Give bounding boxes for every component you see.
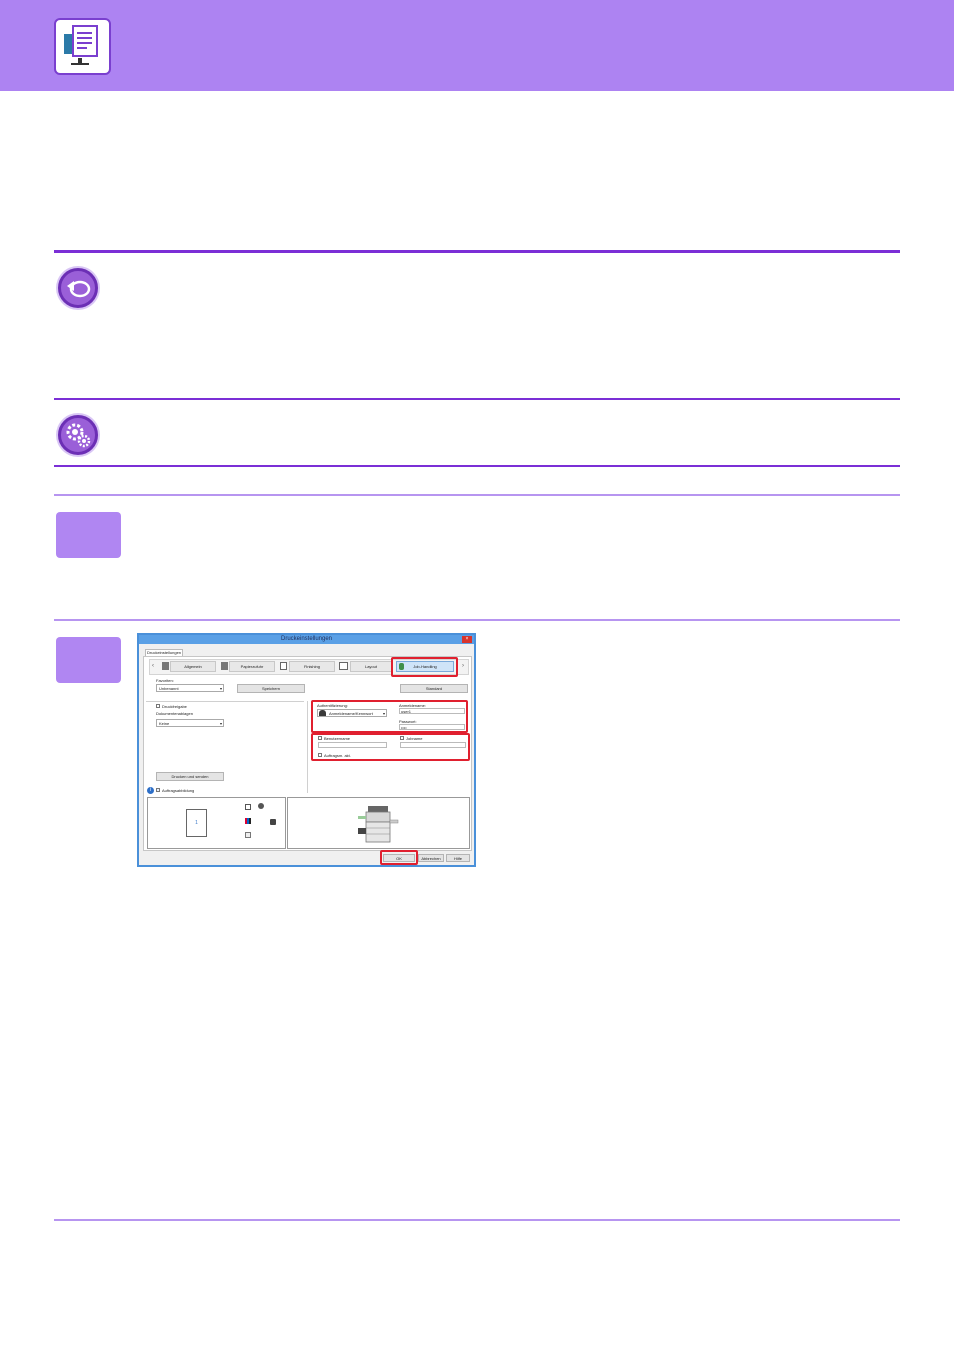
toolbar-next-arrow[interactable]: › bbox=[460, 662, 466, 671]
user-auth-icon bbox=[270, 819, 276, 825]
document-icon bbox=[245, 832, 251, 838]
document-filing-label: Dokumentenablagen bbox=[156, 711, 193, 716]
toolbar-tab-general[interactable]: Allgemein bbox=[170, 661, 216, 672]
save-button[interactable]: Speichern bbox=[237, 684, 305, 693]
document-filing-select[interactable]: Keine bbox=[156, 719, 224, 727]
dialog-titlebar: Druckeinstellungen × bbox=[139, 635, 474, 644]
section-divider bbox=[54, 398, 900, 400]
step-divider bbox=[54, 619, 900, 621]
print-settings-dialog: Druckeinstellungen × Druckeinstellungen … bbox=[137, 633, 476, 867]
step-marker-2 bbox=[56, 637, 121, 683]
toolbar-tab-paper-source[interactable]: Papierzufuhr bbox=[229, 661, 275, 672]
return-arrow-icon bbox=[58, 268, 98, 308]
staple-icon bbox=[258, 803, 264, 809]
help-button[interactable]: Hilfe bbox=[446, 854, 470, 862]
toolbar-prev-arrow[interactable]: ‹ bbox=[150, 662, 156, 671]
page-thumbnail: 1 bbox=[186, 809, 207, 837]
section-divider bbox=[54, 250, 900, 253]
printer-illustration bbox=[358, 806, 399, 843]
step-divider bbox=[54, 494, 900, 496]
settings-gear-icon bbox=[58, 415, 98, 455]
highlight-authentication bbox=[311, 700, 468, 733]
layout-tab-icon bbox=[339, 662, 348, 670]
job-notice-label: Auftragsabbildung bbox=[162, 788, 195, 793]
paper-source-tab-icon bbox=[221, 662, 228, 670]
finishing-tab-icon bbox=[280, 662, 287, 670]
footer-divider bbox=[54, 1219, 900, 1221]
default-button[interactable]: Standard bbox=[400, 684, 468, 693]
step-marker-1 bbox=[56, 512, 121, 558]
highlight-username-jobname bbox=[311, 733, 470, 761]
job-notice-checkbox[interactable] bbox=[156, 788, 160, 792]
tab-print-settings[interactable]: Druckeinstellungen bbox=[145, 649, 183, 656]
favorites-select[interactable]: Unbenannt bbox=[156, 684, 224, 692]
toolbar-tab-layout[interactable]: Layout bbox=[350, 661, 392, 672]
page-preview-panel: 1 bbox=[147, 797, 286, 849]
favorites-label: Favoriten: bbox=[156, 678, 174, 683]
color-mode-icon bbox=[245, 818, 251, 824]
print-and-send-button[interactable]: Drucken und senden bbox=[156, 772, 224, 781]
close-button[interactable]: × bbox=[462, 636, 472, 643]
header-banner bbox=[0, 0, 954, 91]
dialog-title: Druckeinstellungen bbox=[280, 636, 333, 642]
general-tab-icon bbox=[162, 662, 169, 670]
printer-preview-panel bbox=[287, 797, 470, 849]
cancel-button[interactable]: Abbrechen bbox=[418, 854, 444, 862]
printer-document-icon bbox=[54, 18, 111, 75]
highlight-ok-button bbox=[380, 850, 418, 865]
divider-line bbox=[307, 701, 308, 793]
divider-line bbox=[146, 701, 304, 702]
section-divider bbox=[54, 465, 900, 467]
toolbar-tab-finishing[interactable]: Finishing bbox=[289, 661, 335, 672]
info-icon: i bbox=[147, 787, 154, 794]
copies-icon bbox=[245, 804, 251, 810]
print-release-label: Druckfreigabe bbox=[162, 704, 187, 709]
print-release-checkbox[interactable] bbox=[156, 704, 160, 708]
highlight-job-handling bbox=[391, 657, 458, 677]
